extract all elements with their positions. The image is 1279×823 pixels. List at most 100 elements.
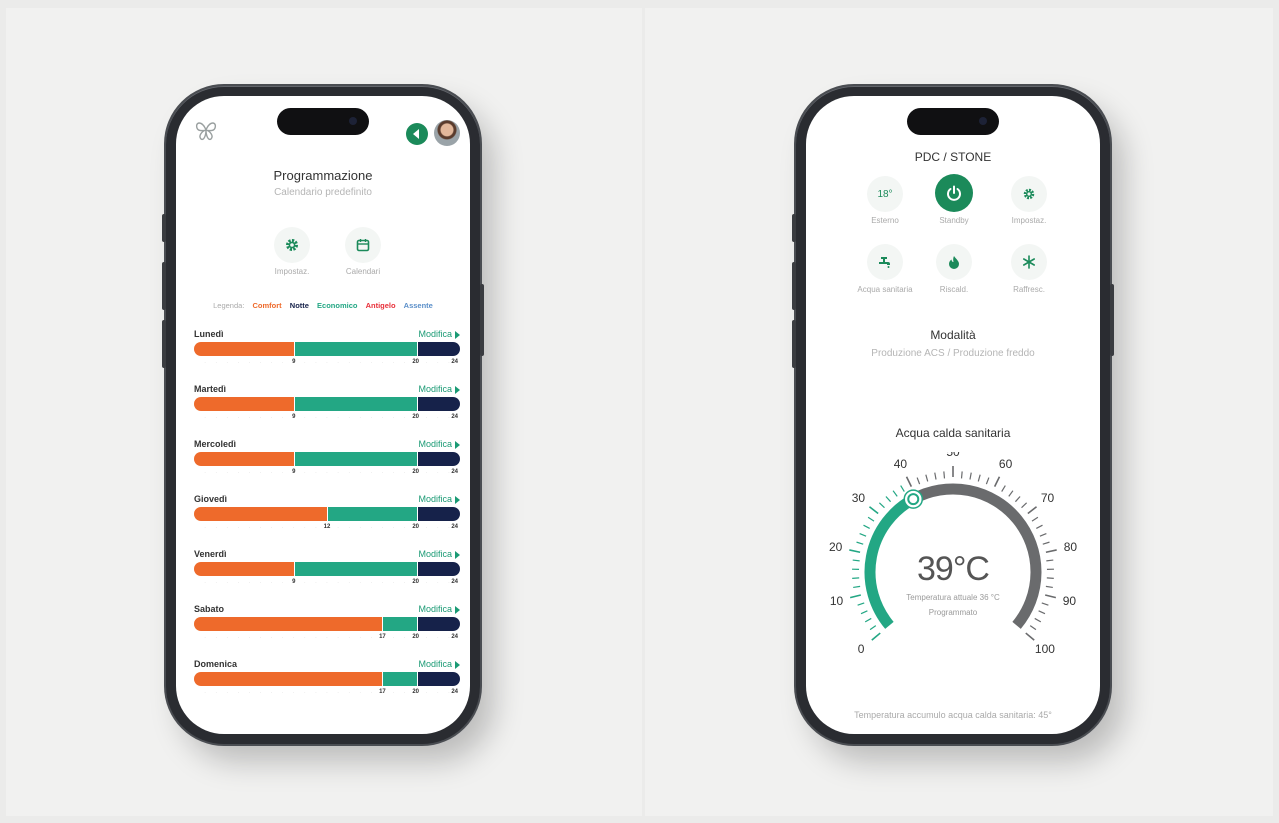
schedule-bar[interactable] [194, 397, 460, 411]
outdoor-label: Esterno [871, 216, 899, 225]
schedule-bar[interactable] [194, 617, 460, 631]
gauge-tick [1027, 506, 1038, 515]
gauge-tick [960, 471, 963, 479]
gauge-tick [868, 506, 879, 515]
edit-day-link[interactable]: Modifica [418, 384, 460, 394]
hour-tick: · [448, 635, 450, 641]
schedule-bar[interactable] [194, 507, 460, 521]
hour-tick: · [448, 690, 450, 696]
schedule-row: Martedì Modifica · · · · · · · · 9 · · · · · · · · · · 20 · · · 2… [194, 384, 460, 439]
edit-day-link[interactable]: Modifica [418, 494, 460, 504]
hour-tick: · [259, 580, 262, 586]
schedule-row: Venerdì Modifica · · · · · · · · 9 · · · · · · · · · · 20 · · · 2… [194, 549, 460, 604]
legend-night: Notte [289, 301, 309, 310]
hour-mark: 9 [292, 359, 296, 365]
chevron-right-icon [455, 440, 460, 449]
gauge-tick [985, 477, 990, 485]
gauge-tick [892, 490, 898, 497]
hour-tick: · [448, 470, 450, 476]
hour-mark: 24 [451, 579, 459, 585]
hour-scale: · · · · · · · · 9 · · · · · · · · · · 20 · · · 24 [194, 414, 460, 425]
hour-tick: · [348, 635, 350, 641]
hour-tick: · [226, 415, 229, 421]
calendars-button[interactable] [345, 227, 381, 263]
current-temperature: Temperatura attuale 36 °C [906, 593, 1000, 602]
hour-tick: · [315, 470, 317, 476]
edit-day-link[interactable]: Modifica [418, 549, 460, 559]
schedule-bar[interactable] [194, 562, 460, 576]
hour-mark: 20 [412, 579, 419, 585]
standby-button[interactable] [935, 174, 973, 212]
gauge-tick [916, 477, 921, 485]
night-segment [416, 342, 460, 356]
settings-button[interactable] [274, 227, 310, 263]
left-phone: Programmazione Calendario predefinito Im… [162, 86, 484, 744]
edit-label: Modifica [418, 494, 452, 504]
edit-day-link[interactable]: Modifica [418, 439, 460, 449]
hour-mark: 9 [292, 414, 296, 420]
hour-tick: · [348, 690, 350, 696]
sanitary-water-button[interactable] [867, 244, 903, 280]
hour-tick: · [326, 470, 328, 476]
power-icon [947, 185, 961, 201]
heating-button[interactable] [936, 244, 972, 280]
schedule-bar[interactable] [194, 672, 460, 686]
hour-tick: · [315, 360, 317, 366]
gauge-tick [856, 541, 864, 545]
hour-tick: · [281, 415, 284, 421]
chevron-right-icon [455, 385, 460, 394]
chevron-right-icon [455, 330, 460, 339]
edit-day-link[interactable]: Modifica [418, 659, 460, 669]
hour-tick: · [303, 360, 306, 366]
cooling-button[interactable] [1011, 244, 1047, 280]
schedule-bar[interactable] [194, 452, 460, 466]
chevron-right-icon [455, 660, 460, 669]
settings-button[interactable] [1011, 176, 1047, 212]
back-button[interactable] [406, 123, 428, 145]
hour-tick: · [270, 690, 273, 696]
page-title: Programmazione [273, 168, 373, 183]
hour-tick: · [259, 470, 262, 476]
hour-tick: · [215, 470, 217, 476]
hour-tick: · [381, 415, 384, 421]
butterfly-logo-icon[interactable] [194, 118, 218, 142]
gauge-scale-label: 100 [1035, 642, 1055, 656]
edit-day-link[interactable]: Modifica [418, 604, 460, 614]
hour-tick: · [326, 580, 328, 586]
gauge-scale-label: 60 [999, 457, 1013, 471]
gauge-tick [934, 472, 937, 480]
hour-tick: · [448, 415, 450, 421]
hour-tick: · [448, 580, 450, 586]
chevron-right-icon [455, 550, 460, 559]
hour-scale: · · · · · · · · · · · · · · · · 17 · · 20 · · · 24 [194, 634, 460, 645]
heating-label: Riscald. [939, 285, 969, 294]
sanitary-water-label: Acqua sanitaria [857, 285, 913, 294]
hour-tick: · [326, 635, 328, 641]
schedule-bar[interactable] [194, 342, 460, 356]
right-phone: PDC / STONE 18° Esterno Standby Impostaz… [792, 86, 1114, 744]
comfort-segment [194, 672, 383, 686]
edit-day-link[interactable]: Modifica [418, 329, 460, 339]
day-name: Lunedì [194, 329, 224, 339]
hour-tick: · [381, 470, 384, 476]
gauge-tick [885, 496, 892, 503]
hour-tick: · [425, 580, 428, 586]
page-subtitle: Calendario predefinito [274, 187, 372, 198]
hour-tick: · [248, 580, 251, 586]
legend: Legenda: Comfort Notte Economico Antigel… [176, 301, 470, 310]
hour-tick: · [215, 360, 217, 366]
hour-tick: · [392, 580, 395, 586]
gauge-tick [1031, 516, 1039, 522]
hour-tick: · [359, 580, 362, 586]
gauge-tick [900, 485, 905, 492]
hour-tick: · [392, 470, 395, 476]
hour-tick: · [237, 415, 240, 421]
user-avatar-icon[interactable] [434, 120, 460, 146]
gauge-tick [1014, 496, 1021, 503]
hour-tick: · [326, 415, 328, 421]
hour-tick: · [281, 635, 284, 641]
hour-tick: · [436, 525, 439, 531]
hour-tick: · [226, 360, 229, 366]
gauge-scale-label: 30 [852, 491, 866, 505]
night-segment [416, 672, 460, 686]
